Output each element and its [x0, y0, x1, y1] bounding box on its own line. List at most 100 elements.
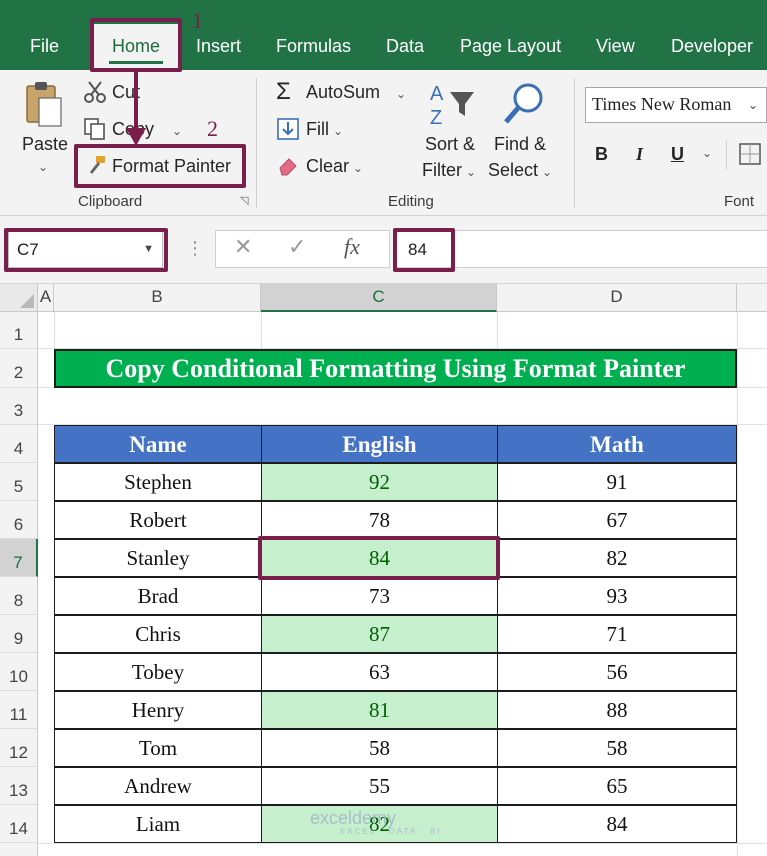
row-header-11[interactable]: 11 [0, 691, 38, 729]
cell-name[interactable]: Stephen [54, 463, 262, 501]
sort-filter-chevron-icon[interactable]: ⌄ [466, 165, 476, 179]
column-header-b[interactable]: B [54, 284, 261, 312]
svg-text:Z: Z [430, 107, 442, 129]
copy-chevron-icon[interactable]: ⌄ [172, 124, 182, 138]
cell-math[interactable]: 82 [497, 539, 737, 577]
font-name-chevron-icon[interactable]: ⌄ [748, 98, 758, 112]
cell-english[interactable]: 92 [261, 463, 498, 501]
gridline [54, 312, 55, 349]
cell-english[interactable]: 58 [261, 729, 498, 767]
cancel-icon[interactable]: ✕ [234, 234, 252, 260]
cell-english[interactable]: 73 [261, 577, 498, 615]
header-english-cell[interactable]: English [261, 425, 498, 463]
tab-page-layout[interactable]: Page Layout [460, 24, 561, 70]
clipboard-launcher-icon[interactable]: ◹ [240, 194, 248, 207]
clear-button[interactable]: Clear ⌄ [306, 156, 363, 177]
underline-button[interactable]: U [671, 144, 684, 165]
row-header-5[interactable]: 5 [0, 463, 38, 501]
underline-chevron-icon[interactable]: ⌄ [702, 146, 712, 160]
row-header-3[interactable]: 3 [0, 388, 38, 425]
cell-math[interactable]: 91 [497, 463, 737, 501]
cell-name[interactable]: Chris [54, 615, 262, 653]
row-header-4[interactable]: 4 [0, 425, 38, 463]
paste-dropdown-chevron[interactable]: ⌄ [38, 160, 48, 174]
select-all-corner[interactable] [0, 284, 38, 312]
enter-icon[interactable]: ✓ [288, 234, 306, 260]
row-header-13[interactable]: 13 [0, 767, 38, 805]
row-header-10[interactable]: 10 [0, 653, 38, 691]
annotation-box-home-tab [90, 18, 182, 72]
fill-button[interactable]: Fill ⌄ [306, 119, 343, 140]
cell-math[interactable]: 67 [497, 501, 737, 539]
tab-view[interactable]: View [596, 24, 635, 70]
tab-data[interactable]: Data [386, 24, 424, 70]
row-header-15[interactable] [0, 843, 38, 856]
paste-button[interactable]: Paste [22, 134, 68, 155]
separator [726, 140, 727, 170]
annotation-arrow-icon [126, 70, 146, 146]
cell-math[interactable]: 93 [497, 577, 737, 615]
cell-name[interactable]: Tom [54, 729, 262, 767]
column-header-d[interactable]: D [497, 284, 737, 312]
function-icon[interactable]: fx [344, 234, 360, 260]
cell-math[interactable]: 71 [497, 615, 737, 653]
sheet-title-cell[interactable]: Copy Conditional Formatting Using Format… [54, 349, 737, 388]
tab-formulas[interactable]: Formulas [276, 24, 351, 70]
row-header-6[interactable]: 6 [0, 501, 38, 539]
find-select-chevron-icon[interactable]: ⌄ [542, 165, 552, 179]
column-header-e[interactable] [737, 284, 767, 312]
row-header-12[interactable]: 12 [0, 729, 38, 767]
cell-math[interactable]: 88 [497, 691, 737, 729]
borders-icon[interactable] [738, 142, 762, 171]
column-header-a[interactable]: A [38, 284, 54, 312]
svg-text:A: A [430, 83, 444, 105]
cell-name[interactable]: Andrew [54, 767, 262, 805]
sort-filter-label-1[interactable]: Sort & [425, 134, 475, 155]
cell-english[interactable]: 63 [261, 653, 498, 691]
scissors-icon[interactable] [83, 80, 107, 109]
row-header-9[interactable]: 9 [0, 615, 38, 653]
header-name-cell[interactable]: Name [54, 425, 262, 463]
cell-name[interactable]: Liam [54, 805, 262, 843]
cell-name[interactable]: Henry [54, 691, 262, 729]
sigma-icon[interactable]: Σ [276, 78, 291, 106]
row-header-2[interactable]: 2 [0, 349, 38, 388]
row-header-14[interactable]: 14 [0, 805, 38, 843]
find-select-label-1[interactable]: Find & [494, 134, 546, 155]
paste-icon[interactable] [24, 80, 64, 135]
cell-math[interactable]: 65 [497, 767, 737, 805]
cell-name[interactable]: Tobey [54, 653, 262, 691]
bold-button[interactable]: B [595, 144, 608, 165]
formula-bar-grip-icon[interactable]: ⋮ [186, 238, 204, 259]
cell-math[interactable]: 84 [497, 805, 737, 843]
copy-icon[interactable] [83, 117, 107, 146]
cell-english[interactable]: 87 [261, 615, 498, 653]
cell-name[interactable]: Robert [54, 501, 262, 539]
cell-name[interactable]: Brad [54, 577, 262, 615]
column-header-c[interactable]: C [261, 284, 497, 312]
italic-button[interactable]: I [636, 144, 643, 165]
eraser-icon[interactable] [277, 154, 299, 181]
autosum-button[interactable]: AutoSum ⌄ [306, 82, 406, 103]
tab-file[interactable]: File [30, 24, 59, 70]
row-header-7[interactable]: 7 [0, 539, 38, 577]
font-name-select[interactable]: Times New Roman ⌄ [585, 87, 767, 123]
cell-english[interactable]: 55 [261, 767, 498, 805]
cell-math[interactable]: 56 [497, 653, 737, 691]
cell-english[interactable]: 78 [261, 501, 498, 539]
sort-filter-icon[interactable]: A Z [428, 80, 476, 135]
find-select-button[interactable]: Select ⌄ [488, 160, 552, 181]
row-header-8[interactable]: 8 [0, 577, 38, 615]
fill-down-icon[interactable] [277, 118, 299, 145]
header-math-cell[interactable]: Math [497, 425, 737, 463]
row-header-1[interactable]: 1 [0, 312, 38, 349]
fill-chevron-icon[interactable]: ⌄ [333, 124, 343, 138]
magnifier-icon[interactable] [500, 80, 548, 135]
autosum-chevron-icon[interactable]: ⌄ [396, 87, 406, 101]
tab-developer[interactable]: Developer [671, 24, 753, 70]
sort-filter-button[interactable]: Filter ⌄ [422, 160, 476, 181]
cell-english[interactable]: 81 [261, 691, 498, 729]
clear-chevron-icon[interactable]: ⌄ [353, 161, 363, 175]
cell-math[interactable]: 58 [497, 729, 737, 767]
cell-name[interactable]: Stanley [54, 539, 262, 577]
